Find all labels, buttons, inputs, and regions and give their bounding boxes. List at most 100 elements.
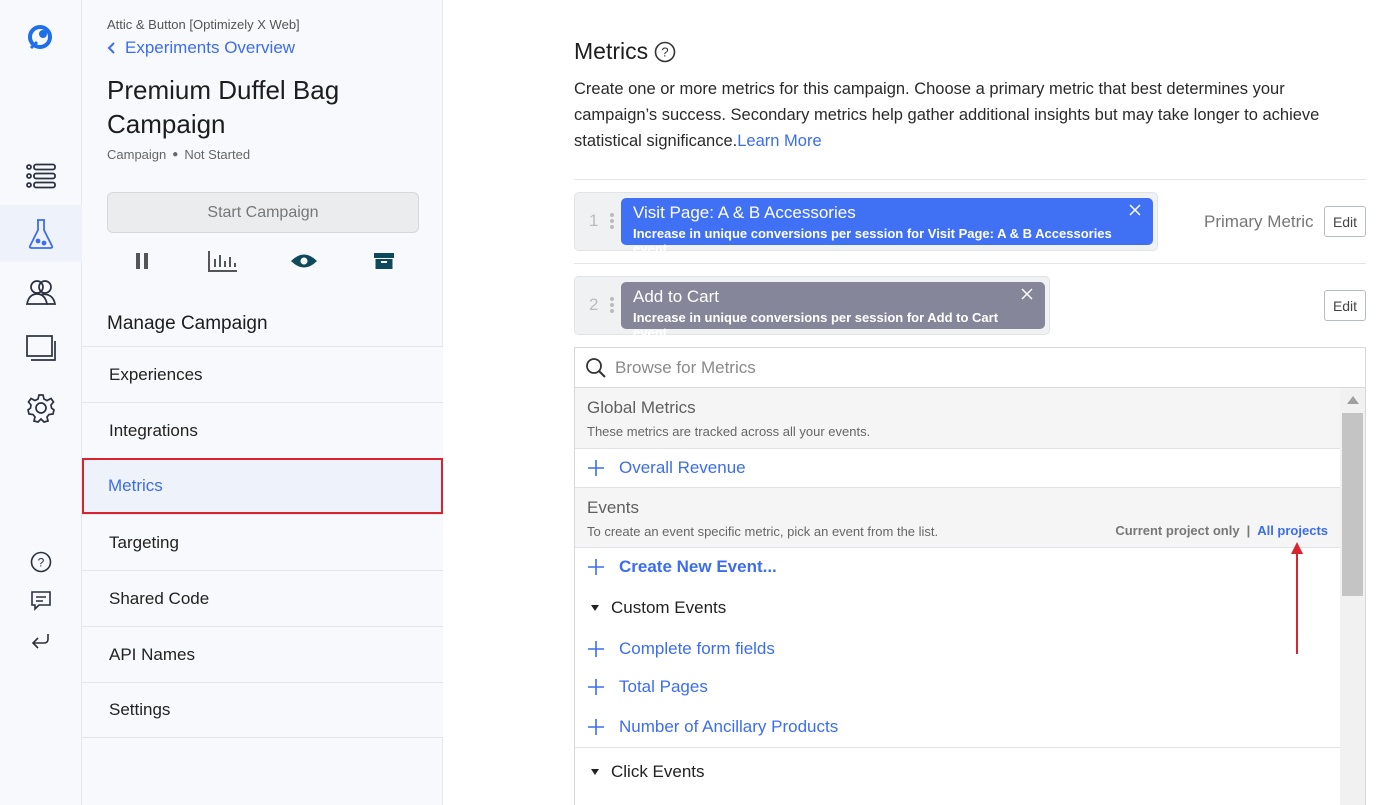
flask-icon[interactable] (0, 205, 82, 262)
metrics-panel: Metrics ? Create one or more metrics for… (443, 0, 1390, 805)
svg-text:?: ? (662, 44, 669, 59)
list-item-label[interactable]: Overall Revenue (619, 458, 746, 478)
scroll-up-icon[interactable] (1347, 396, 1359, 404)
metrics-search (575, 348, 1365, 388)
project-scope-toggle: Current project only | All projects (1115, 523, 1328, 538)
metric-subtitle: Increase in unique conversions per sessi… (633, 310, 999, 340)
close-icon[interactable] (1129, 204, 1141, 216)
manage-campaign-heading: Manage Campaign (107, 313, 268, 334)
section-description: These metrics are tracked across all you… (587, 424, 871, 439)
learn-more-link[interactable]: Learn More (737, 132, 821, 150)
list-item-label[interactable]: Number of Ancillary Products (619, 717, 838, 737)
plus-icon (588, 679, 604, 695)
primary-metric-label: Primary Metric (1204, 212, 1314, 231)
plus-icon (588, 559, 604, 575)
campaign-sidebar: Attic & Button [Optimizely X Web] Experi… (82, 0, 443, 805)
menu-item-api-names[interactable]: API Names (82, 626, 443, 682)
start-campaign-button[interactable]: Start Campaign (107, 192, 419, 233)
drag-handle-icon[interactable] (609, 296, 615, 314)
annotation-arrow-icon (1291, 542, 1303, 654)
metrics-browser: Global Metrics These metrics are tracked… (574, 347, 1366, 805)
scrollbar[interactable] (1340, 388, 1365, 805)
menu-item-metrics[interactable]: Metrics (82, 458, 443, 514)
menu-item-settings[interactable]: Settings (82, 682, 443, 738)
project-name: Attic & Button [Optimizely X Web] (107, 17, 300, 32)
scope-separator: | (1246, 523, 1251, 538)
list-item-label[interactable]: Total Pages (619, 677, 708, 697)
page-title-text: Metrics (574, 38, 649, 64)
edit-button[interactable]: Edit (1324, 290, 1366, 321)
metric-row: 2 Add to Cart Increase in unique convers… (574, 276, 1050, 340)
group-label: Custom Events (611, 598, 727, 617)
caret-down-icon (591, 605, 599, 611)
create-new-event-item[interactable]: Create New Event... (575, 548, 1340, 586)
list-item-label[interactable]: Complete form fields (619, 639, 775, 659)
campaign-title: Premium Duffel Bag Campaign (107, 75, 340, 139)
return-icon[interactable] (0, 628, 82, 654)
divider (574, 179, 1366, 180)
metric-index: 1 (589, 211, 599, 230)
scroll-thumb[interactable] (1342, 413, 1363, 596)
search-input[interactable] (615, 357, 1315, 378)
group-label: Click Events (611, 762, 705, 781)
logo-icon[interactable] (0, 18, 82, 54)
metrics-list: Global Metrics These metrics are tracked… (575, 388, 1340, 805)
back-link-label[interactable]: Experiments Overview (125, 38, 295, 58)
list-item[interactable]: Total Pages (575, 668, 1340, 706)
help-icon[interactable]: ? (654, 41, 676, 63)
global-metrics-section: Global Metrics These metrics are tracked… (575, 388, 1340, 449)
description-text: Create one or more metrics for this camp… (574, 80, 1320, 150)
list-item[interactable]: Overall Revenue (575, 449, 1340, 488)
archive-icon[interactable] (364, 245, 404, 277)
campaign-actions (107, 245, 419, 277)
menu-item-integrations[interactable]: Integrations (82, 402, 443, 458)
app-root: ? Attic & Button [Optimizely X Web] Expe… (0, 0, 1390, 805)
plus-icon (588, 718, 604, 735)
dot-separator: ● (172, 149, 179, 160)
caret-down-icon (591, 769, 599, 775)
page-title: Metrics ? (574, 38, 676, 65)
metric-title: Add to Cart (633, 287, 719, 306)
users-icon[interactable] (0, 272, 82, 312)
icon-rail: ? (0, 0, 82, 805)
custom-events-group[interactable]: Custom Events (575, 586, 1340, 630)
menu-item-shared-code[interactable]: Shared Code (82, 570, 443, 626)
campaign-type: Campaign (107, 147, 167, 162)
metric-title: Visit Page: A & B Accessories (633, 203, 856, 222)
feedback-icon[interactable] (0, 588, 82, 614)
close-icon[interactable] (1021, 288, 1033, 300)
windows-icon[interactable] (0, 328, 82, 368)
campaign-status: Not Started (184, 147, 251, 162)
campaign-meta: Campaign ● Not Started (107, 147, 250, 162)
edit-button[interactable]: Edit (1324, 206, 1366, 237)
list-icon[interactable] (0, 155, 82, 197)
menu-item-experiences[interactable]: Experiences (82, 346, 443, 402)
plus-icon (588, 460, 604, 476)
preview-eye-icon[interactable] (284, 245, 324, 277)
campaign-menu: Experiences Integrations Metrics Targeti… (82, 346, 443, 738)
metric-index: 2 (589, 295, 599, 314)
create-new-event-label[interactable]: Create New Event... (619, 557, 777, 577)
help-icon[interactable]: ? (0, 548, 82, 576)
divider (574, 263, 1366, 264)
all-projects-option[interactable]: All projects (1257, 523, 1328, 538)
drag-handle-icon[interactable] (609, 212, 615, 230)
click-events-group[interactable]: Click Events (575, 748, 1340, 796)
back-link[interactable]: Experiments Overview (107, 38, 295, 58)
list-item[interactable]: Number of Ancillary Products (575, 706, 1340, 748)
menu-item-targeting[interactable]: Targeting (82, 514, 443, 570)
events-section: Events To create an event specific metri… (575, 488, 1340, 548)
chevron-left-icon (107, 42, 115, 54)
results-chart-icon[interactable] (203, 245, 243, 277)
plus-icon (588, 641, 604, 657)
list-item[interactable]: Complete form fields (575, 630, 1340, 668)
current-project-only-option[interactable]: Current project only (1115, 523, 1239, 538)
section-title: Global Metrics (587, 398, 696, 417)
gear-icon[interactable] (0, 388, 82, 428)
svg-text:?: ? (38, 556, 45, 570)
metrics-description: Create one or more metrics for this camp… (574, 76, 1364, 154)
pause-icon[interactable] (122, 245, 162, 277)
metric-chip[interactable]: Visit Page: A & B Accessories Increase i… (621, 198, 1153, 256)
metric-row: 1 Visit Page: A & B Accessories Increase… (574, 192, 1158, 256)
metric-chip[interactable]: Add to Cart Increase in unique conversio… (621, 282, 1045, 340)
